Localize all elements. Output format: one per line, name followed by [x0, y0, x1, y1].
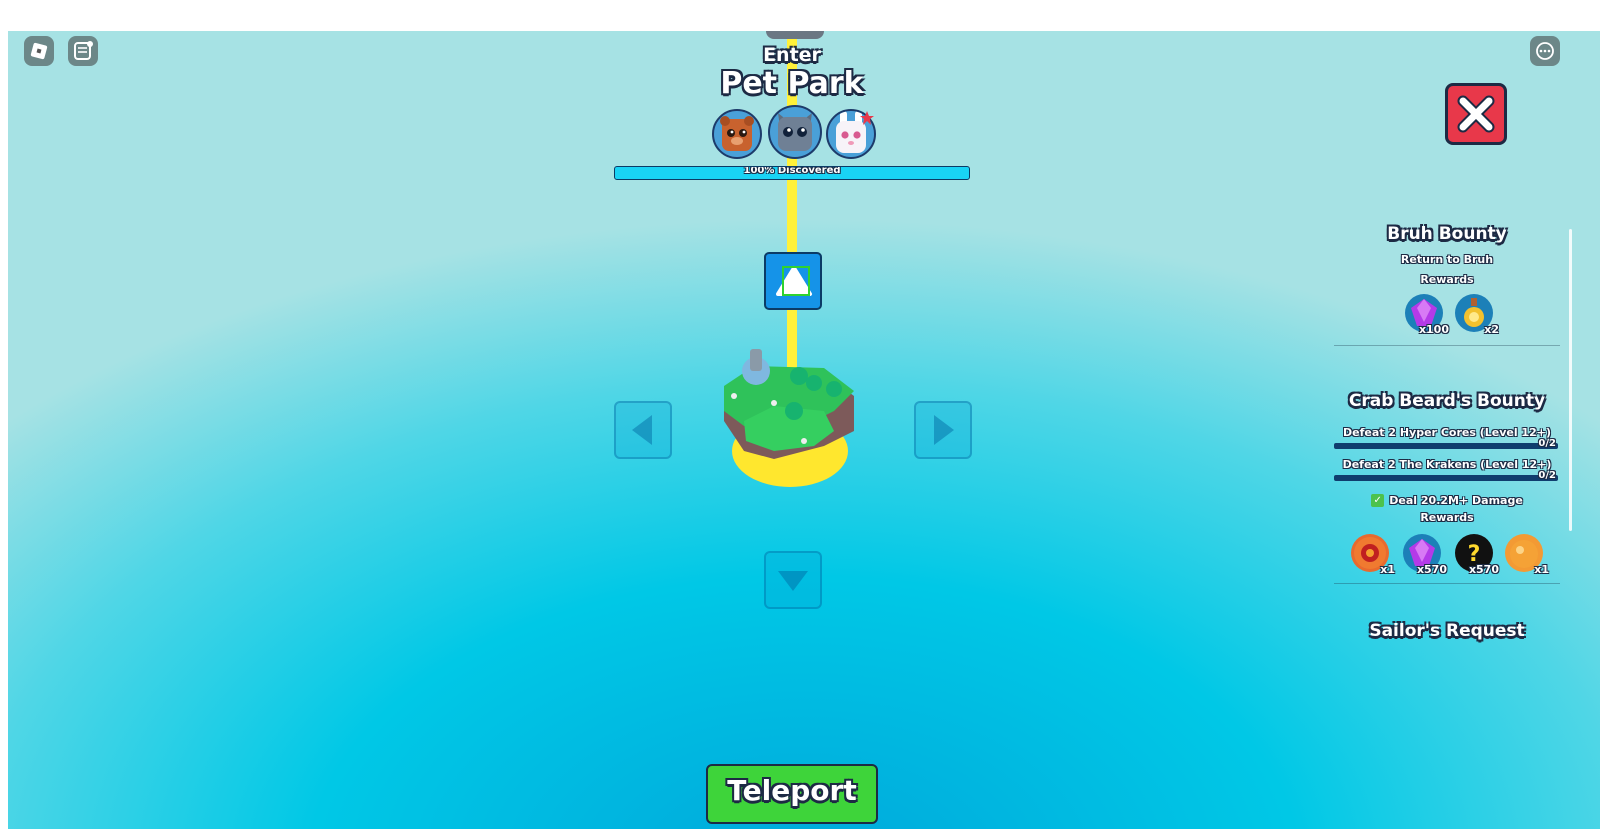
quest-divider [1334, 583, 1560, 584]
discovered-text: 100% Discovered [743, 166, 841, 176]
purple-gem-icon: x100 [1405, 294, 1449, 336]
red-core-icon: x1 [1351, 534, 1395, 576]
bruh-rewards-label: Rewards [1420, 273, 1474, 286]
cat-pet-icon [768, 105, 822, 159]
potion-icon: x2 [1455, 294, 1499, 336]
discovered-progress-bar: 100% Discovered [614, 166, 970, 180]
quest-panel-scrollbar[interactable] [1569, 229, 1572, 531]
chat-button[interactable] [68, 36, 98, 66]
checkmark-icon: ✓ [1371, 494, 1385, 507]
mystery-icon: ? x570 [1455, 534, 1499, 576]
purple-gem-icon: x570 [1403, 534, 1447, 576]
more-icon [1536, 42, 1554, 60]
crab-rewards-label: Rewards [1420, 511, 1474, 524]
next-zone-button[interactable] [914, 401, 972, 459]
roblox-menu-button[interactable] [24, 36, 54, 66]
completed-task-label: Deal 20.2M+ Damage [1389, 494, 1523, 507]
current-location-marker[interactable] [764, 252, 822, 310]
pet-park-island [724, 349, 854, 487]
quest-divider [1334, 345, 1560, 346]
next-island-peek [766, 31, 824, 39]
teleport-label: Teleport [727, 774, 857, 807]
teleport-button[interactable]: Teleport [706, 764, 878, 824]
teleport-marker-icon [776, 266, 812, 296]
orange-egg-icon: x1 [1505, 534, 1549, 576]
arrow-right-icon [934, 415, 954, 445]
quest-panel: Bruh Bounty Return to Bruh Rewards x100 … [1334, 221, 1560, 661]
reward-count: x100 [1418, 323, 1449, 336]
previous-zone-button[interactable] [614, 401, 672, 459]
reward-count: x2 [1484, 323, 1499, 336]
game-viewport: Enter Pet Park 100% Discovered Bruh Boun… [8, 31, 1600, 829]
reward-count: x1 [1380, 563, 1395, 576]
crab-task-1-label: Defeat 2 Hyper Cores (Level 12+) [1343, 426, 1551, 439]
crab-task-2-label: Defeat 2 The Krakens (Level 12+) [1342, 458, 1552, 471]
sailor-request-title: Sailor's Request [1369, 621, 1525, 641]
crab-task-2-bar [1334, 475, 1558, 481]
crab-task-1-bar [1334, 443, 1558, 449]
roblox-logo-icon [30, 42, 48, 60]
bear-pet-icon [712, 109, 762, 159]
close-icon [1457, 95, 1495, 133]
crab-task-1-progress: 0/2 [1538, 438, 1556, 449]
bruh-bounty-subtitle: Return to Bruh [1400, 253, 1494, 266]
arrow-left-icon [632, 415, 652, 445]
zone-title: Pet Park [720, 66, 864, 101]
arrow-down-icon [778, 571, 808, 591]
enter-label: Enter [763, 44, 821, 66]
reward-count: x1 [1534, 563, 1549, 576]
close-button[interactable] [1445, 83, 1507, 145]
more-options-button[interactable] [1530, 36, 1560, 66]
reward-count: x570 [1416, 563, 1447, 576]
crab-completed-task: ✓ Deal 20.2M+ Damage [1334, 490, 1560, 509]
star-icon [860, 111, 874, 125]
crab-task-2-progress: 0/2 [1538, 470, 1556, 481]
reward-count: x570 [1468, 563, 1499, 576]
crab-bounty-title: Crab Beard's Bounty [1348, 391, 1546, 411]
down-zone-button[interactable] [764, 551, 822, 609]
bruh-bounty-title: Bruh Bounty [1387, 224, 1507, 244]
chat-icon [74, 41, 93, 60]
